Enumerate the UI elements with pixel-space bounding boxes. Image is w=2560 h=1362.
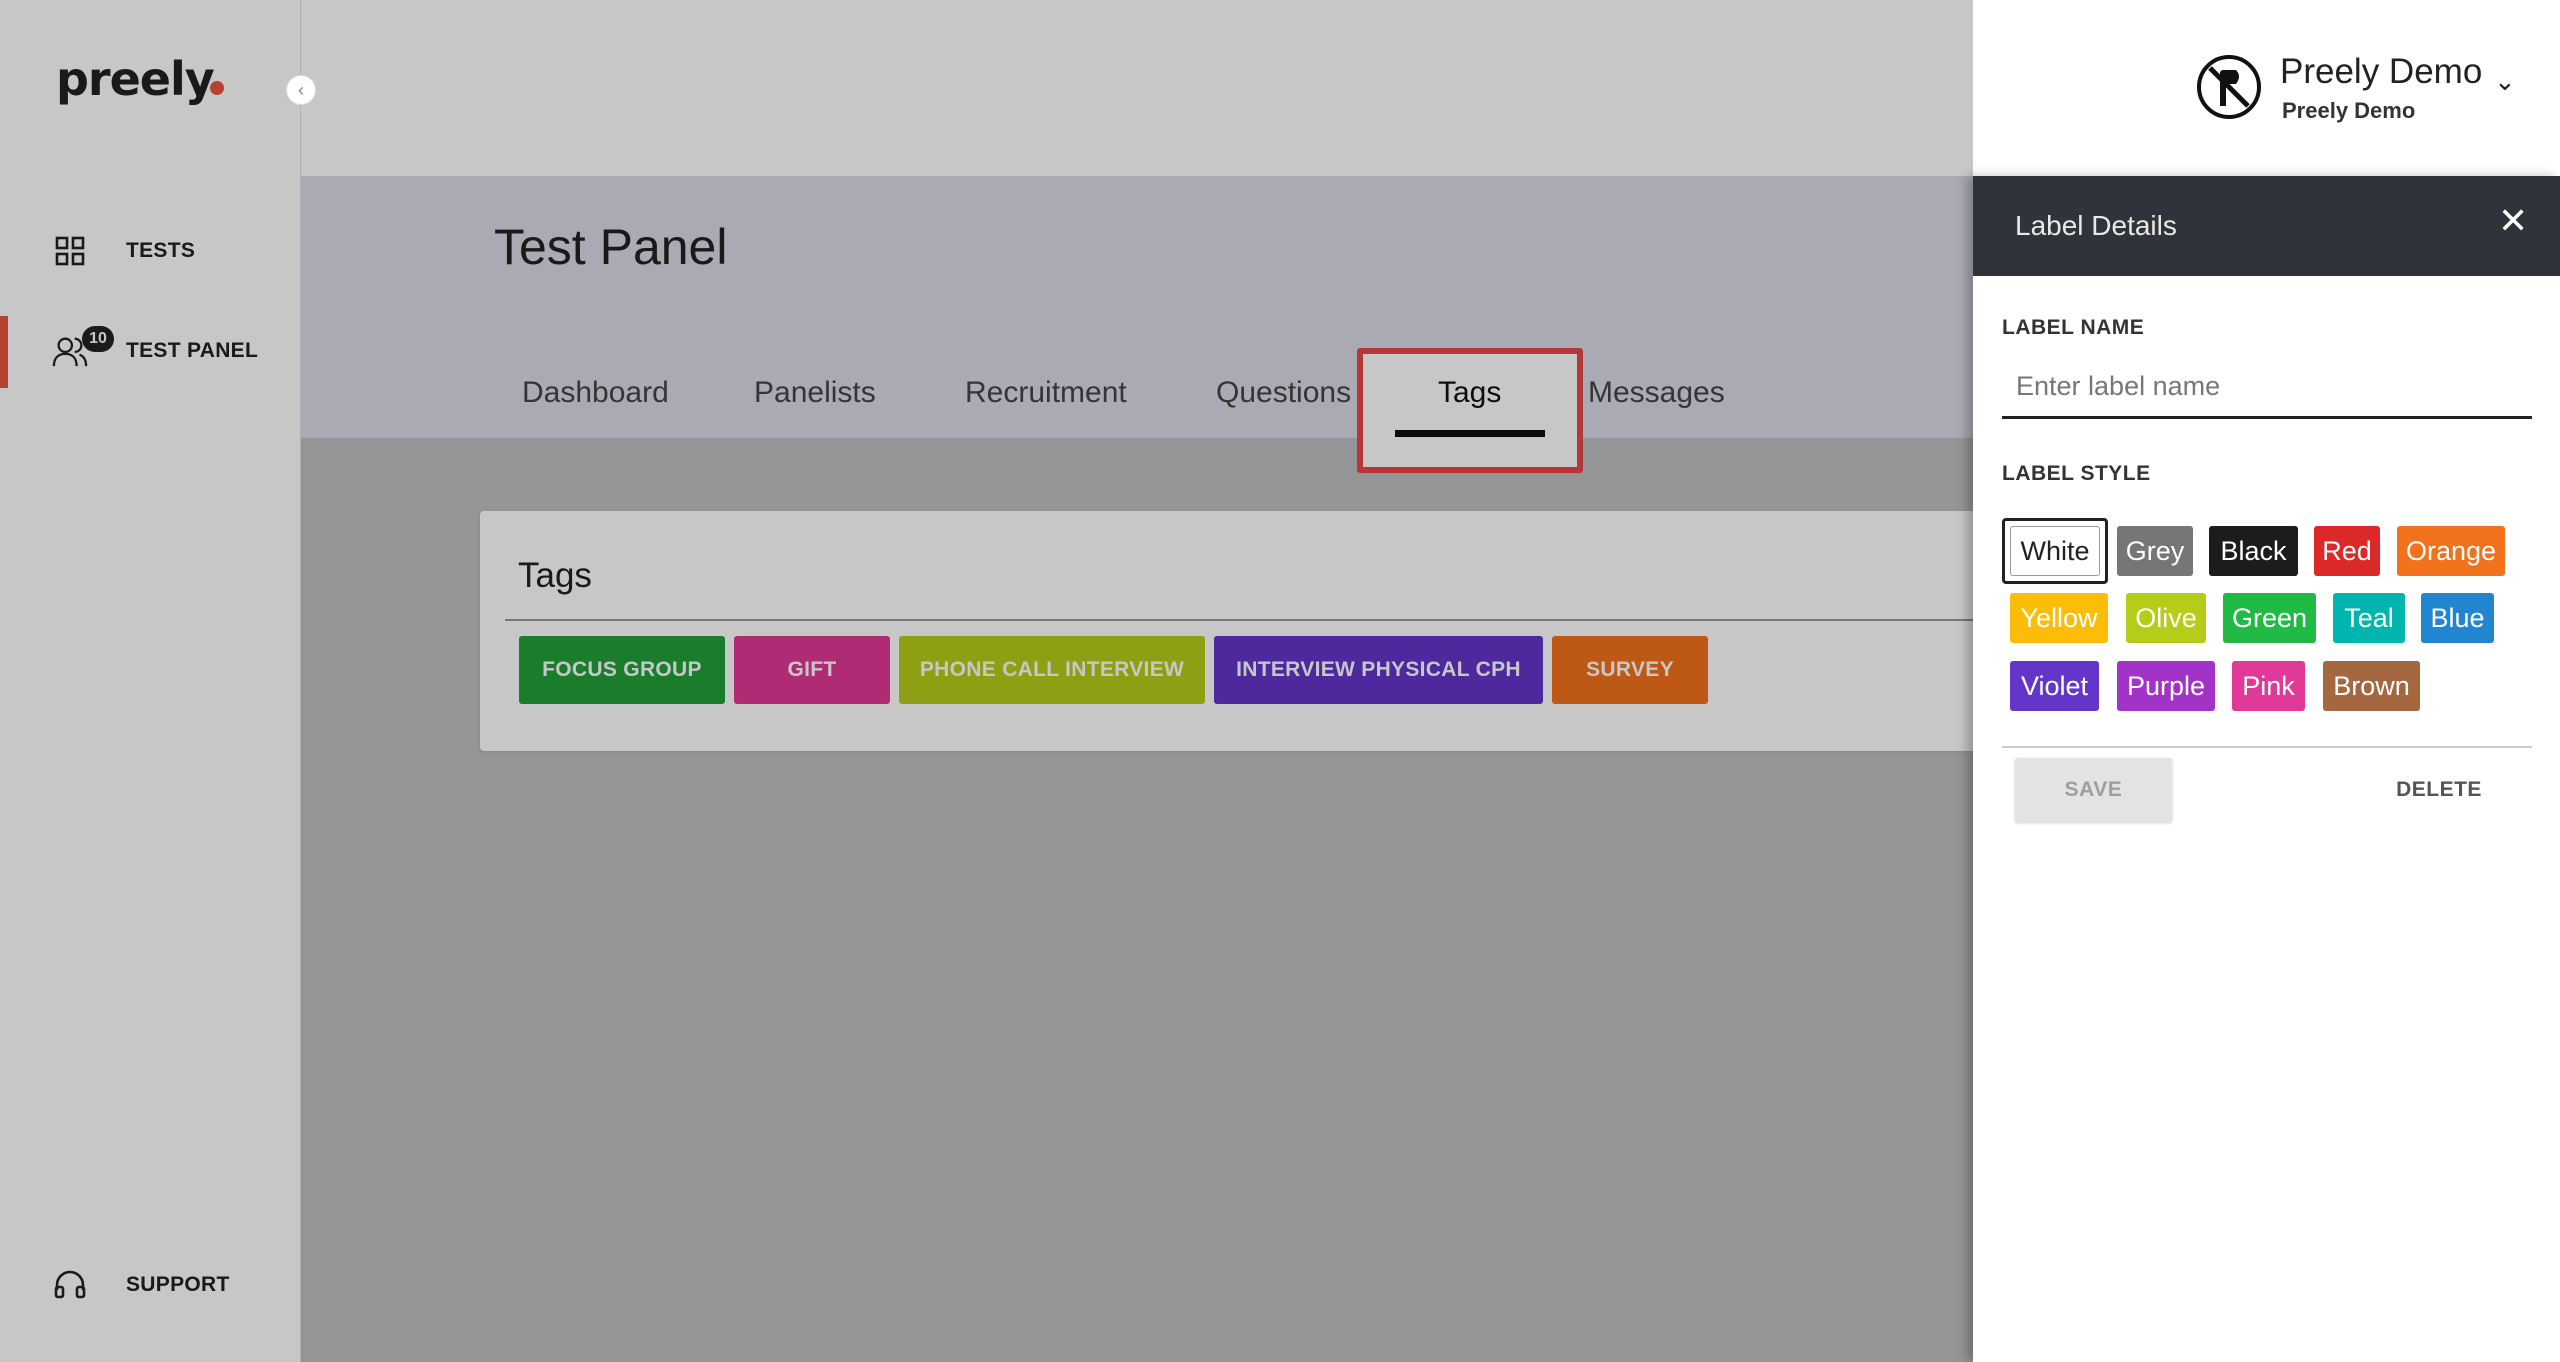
- drawer-title: Label Details: [2015, 210, 2177, 241]
- delete-button[interactable]: DELETE: [2390, 770, 2488, 810]
- style-option-black[interactable]: Black: [2209, 526, 2298, 576]
- save-button[interactable]: SAVE: [2015, 758, 2172, 822]
- user-organization: Preely Demo: [2282, 98, 2416, 123]
- style-option-teal[interactable]: Teal: [2333, 593, 2405, 643]
- chevron-down-icon[interactable]: ⌄: [2494, 66, 2516, 97]
- style-option-orange[interactable]: Orange: [2397, 526, 2505, 576]
- style-option-brown[interactable]: Brown: [2323, 661, 2420, 711]
- style-option-white[interactable]: White: [2010, 526, 2100, 576]
- style-option-pink[interactable]: Pink: [2232, 661, 2305, 711]
- drawer-header: Label Details: [1973, 176, 2560, 276]
- chevron-left-icon: ‹: [298, 79, 304, 100]
- style-option-olive[interactable]: Olive: [2126, 593, 2206, 643]
- style-option-grey[interactable]: Grey: [2117, 526, 2193, 576]
- style-option-blue[interactable]: Blue: [2421, 593, 2494, 643]
- style-option-purple[interactable]: Purple: [2117, 661, 2215, 711]
- style-option-red[interactable]: Red: [2314, 526, 2380, 576]
- divider: [2002, 746, 2532, 748]
- style-option-green[interactable]: Green: [2223, 593, 2316, 643]
- label-name-input[interactable]: [2002, 357, 2532, 419]
- label-style-heading: LABEL STYLE: [2002, 462, 2151, 485]
- modal-overlay[interactable]: [0, 0, 1973, 1362]
- style-option-violet[interactable]: Violet: [2010, 661, 2099, 711]
- collapse-sidebar-button[interactable]: ‹: [286, 75, 316, 105]
- avatar[interactable]: [2196, 54, 2262, 120]
- style-option-yellow[interactable]: Yellow: [2010, 593, 2108, 643]
- close-icon[interactable]: ✕: [2498, 203, 2528, 239]
- label-name-heading: LABEL NAME: [2002, 316, 2145, 339]
- user-name[interactable]: Preely Demo: [2280, 52, 2482, 92]
